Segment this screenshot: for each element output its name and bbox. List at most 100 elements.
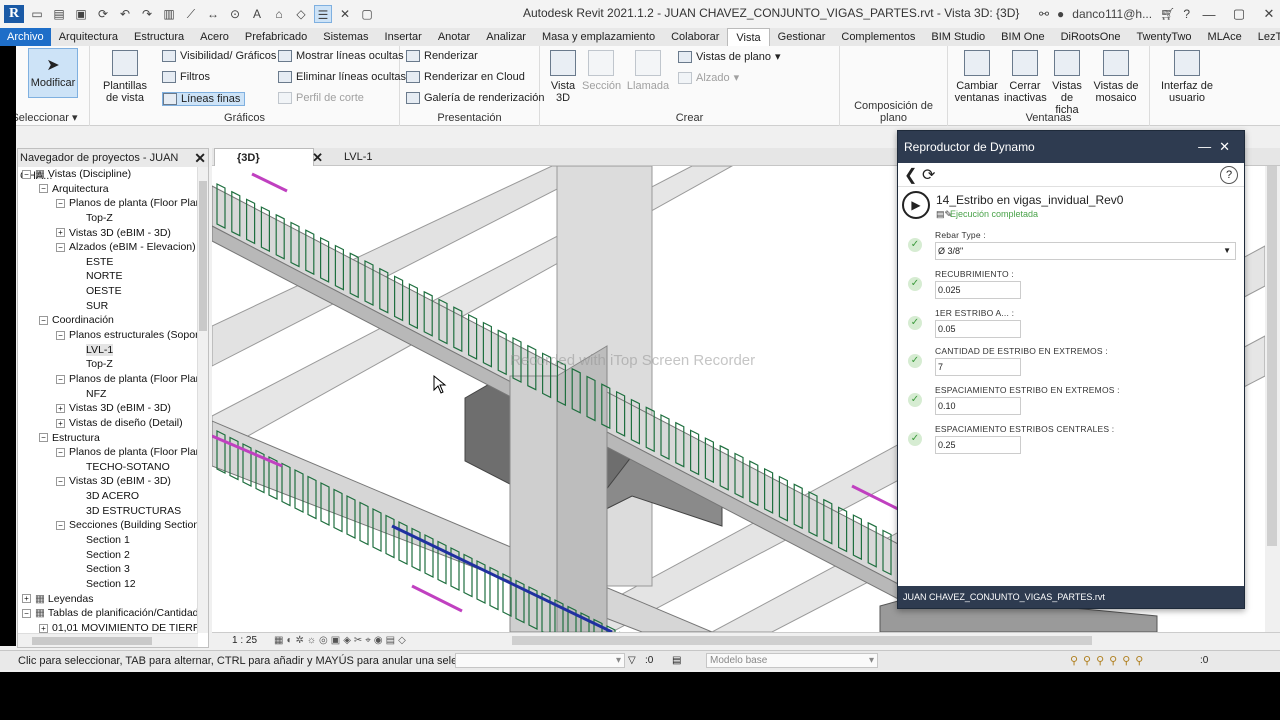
expand-icon[interactable]: + — [39, 623, 48, 633]
tree-item[interactable]: TECHO-SOTANO — [18, 460, 198, 475]
tree-item[interactable]: Top-Z — [18, 357, 198, 372]
tree-item[interactable]: NORTE — [18, 269, 198, 284]
modify-button[interactable]: ➤ Modificar — [28, 48, 78, 98]
plan-views-button[interactable]: Vistas de plano ▾ — [678, 50, 781, 63]
user-interface-button[interactable]: Interfaz de usuario — [1152, 50, 1222, 104]
scroll-thumb[interactable] — [199, 181, 207, 331]
tree-item[interactable]: SUR — [18, 299, 198, 314]
rebar-type-select[interactable]: Ø 3/8" ▼ — [935, 242, 1236, 260]
canvas-vertical-scrollbar[interactable] — [1265, 166, 1280, 632]
parameter-input[interactable]: 7 — [935, 358, 1021, 377]
tab-acero[interactable]: Acero — [192, 28, 237, 46]
sync-icon[interactable]: ⟳ — [94, 5, 112, 23]
collapse-icon[interactable]: − — [56, 330, 65, 340]
collapse-icon[interactable]: − — [56, 199, 65, 208]
tree-item[interactable]: 3D ESTRUCTURAS — [18, 504, 198, 519]
tree-item[interactable]: OESTE — [18, 284, 198, 299]
minimize-icon[interactable]: — — [1198, 139, 1219, 154]
parameter-input[interactable]: 0.10 — [935, 397, 1021, 416]
tab-vista[interactable]: Vista — [727, 27, 770, 47]
collapse-icon[interactable]: − — [56, 521, 65, 531]
close-inactive-button[interactable]: Cerrar inactivas — [1004, 50, 1047, 104]
tab-prefabricado[interactable]: Prefabricado — [237, 28, 315, 46]
switch-windows-icon[interactable]: ▢ — [358, 5, 376, 23]
tree-item[interactable]: − Coordinación — [18, 313, 198, 328]
tree-item[interactable]: − Arquitectura — [18, 182, 198, 197]
parameter-input[interactable]: 0.05 — [935, 319, 1021, 338]
collapse-icon[interactable]: − — [39, 316, 48, 326]
tree-item[interactable]: − Planos de planta (Floor Plan) — [18, 372, 198, 387]
tree-item[interactable]: Section 3 — [18, 562, 198, 577]
parameter-input[interactable]: 0.25 — [935, 436, 1021, 454]
section-icon[interactable]: ◇ — [292, 5, 310, 23]
tab-leztools[interactable]: LezTools — [1250, 28, 1280, 46]
elevation-button[interactable]: Alzado ▾ — [678, 71, 739, 84]
callout-button[interactable]: Llamada — [626, 50, 670, 92]
view-control-icons[interactable]: ▦◐✲☼◎▣◈✂⌖◉▤◇ — [274, 633, 409, 648]
tab-analizar[interactable]: Analizar — [478, 28, 534, 46]
show-hidden-lines-button[interactable]: Mostrar líneas ocultas — [278, 50, 404, 62]
expand-icon[interactable]: + — [56, 403, 65, 413]
tab-twentytwo[interactable]: TwentyTwo — [1129, 28, 1200, 46]
collapse-icon[interactable]: − — [39, 433, 48, 443]
text-icon[interactable]: A — [248, 5, 266, 23]
play-icon[interactable]: ▶ — [902, 191, 930, 219]
workset-dropdown[interactable]: ▾ — [455, 653, 625, 668]
cut-profile-button[interactable]: Perfil de corte — [278, 92, 364, 104]
binoculars-icon[interactable]: ⚯ — [1039, 7, 1049, 21]
scroll-thumb[interactable] — [32, 637, 152, 645]
tab-sistemas[interactable]: Sistemas — [315, 28, 376, 46]
filter-icon[interactable]: ▽ — [628, 651, 636, 671]
remove-hidden-lines-button[interactable]: Eliminar líneas ocultas — [278, 71, 406, 83]
render-cloud-button[interactable]: Renderizar en Cloud — [406, 71, 525, 83]
editable-only-icon[interactable]: ▤ — [672, 651, 681, 671]
collapse-icon[interactable]: − — [39, 184, 48, 194]
render-button[interactable]: Renderizar — [406, 50, 478, 62]
tab-bim-studio[interactable]: BIM Studio — [923, 28, 993, 46]
3d-view-icon[interactable]: ⌂ — [270, 5, 288, 23]
section-button[interactable]: Sección — [582, 50, 621, 92]
tree-item[interactable]: + Vistas de diseño (Detail) — [18, 416, 198, 431]
tree-item[interactable]: LVL-1 — [18, 343, 198, 358]
minimize-button[interactable]: — — [1198, 7, 1220, 22]
design-option-dropdown[interactable]: Modelo base ▾ — [706, 653, 878, 668]
tab-arquitectura[interactable]: Arquitectura — [51, 28, 126, 46]
tree-item[interactable]: − Planos de planta (Floor Plan) — [18, 445, 198, 460]
view-templates-button[interactable]: Plantillas de vista — [96, 50, 154, 104]
collapse-icon[interactable]: − — [22, 169, 31, 179]
view-scale[interactable]: 1 : 25 — [232, 633, 257, 648]
tree-item[interactable]: − Estructura — [18, 431, 198, 446]
back-icon[interactable]: ❮ — [904, 165, 917, 185]
open-icon[interactable]: ▤ — [50, 5, 68, 23]
tree-item[interactable]: − Alzados (eBIM - Elevacion) — [18, 240, 198, 255]
browser-horizontal-scrollbar[interactable] — [18, 633, 198, 647]
visibility-graphics-button[interactable]: Visibilidad/ Gráficos — [162, 50, 276, 62]
tree-item[interactable]: + ▦ Leyendas — [18, 592, 198, 607]
selection-options-icons[interactable]: ⚲⚲⚲⚲⚲⚲ — [1070, 651, 1148, 671]
dimension-icon[interactable]: ↔ — [204, 5, 222, 23]
collapse-icon[interactable]: − — [22, 608, 31, 618]
expand-icon[interactable]: + — [56, 418, 65, 428]
tab-mlace[interactable]: MLAce — [1200, 28, 1250, 46]
collapse-icon[interactable]: − — [56, 374, 65, 384]
help-icon[interactable]: ? — [1183, 7, 1190, 21]
tab-bim-one[interactable]: BIM One — [993, 28, 1052, 46]
tree-item[interactable]: ESTE — [18, 255, 198, 270]
tab-colaborar[interactable]: Colaborar — [663, 28, 727, 46]
print-icon[interactable]: ▥ — [160, 5, 178, 23]
tab-estructura[interactable]: Estructura — [126, 28, 192, 46]
tab-archivo[interactable]: Archivo — [0, 28, 51, 46]
tab-3d-view[interactable]: {3D} ✕ — [214, 148, 323, 166]
undo-icon[interactable]: ↶ — [116, 5, 134, 23]
tab-lvl-1[interactable]: LVL-1 — [322, 148, 402, 166]
filters-button[interactable]: Filtros — [162, 71, 210, 83]
home-icon[interactable]: ▭ — [28, 5, 46, 23]
switch-windows-button[interactable]: Cambiar ventanas — [954, 50, 1000, 104]
save-icon[interactable]: ▣ — [72, 5, 90, 23]
browser-vertical-scrollbar[interactable] — [197, 167, 208, 633]
tree-item[interactable]: NFZ — [18, 387, 198, 402]
user-icon[interactable]: ● — [1057, 7, 1064, 21]
tree-item[interactable]: + Vistas 3D (eBIM - 3D) — [18, 226, 198, 241]
measure-icon[interactable]: ⟋ — [182, 5, 200, 23]
revit-logo[interactable]: R — [4, 5, 24, 23]
